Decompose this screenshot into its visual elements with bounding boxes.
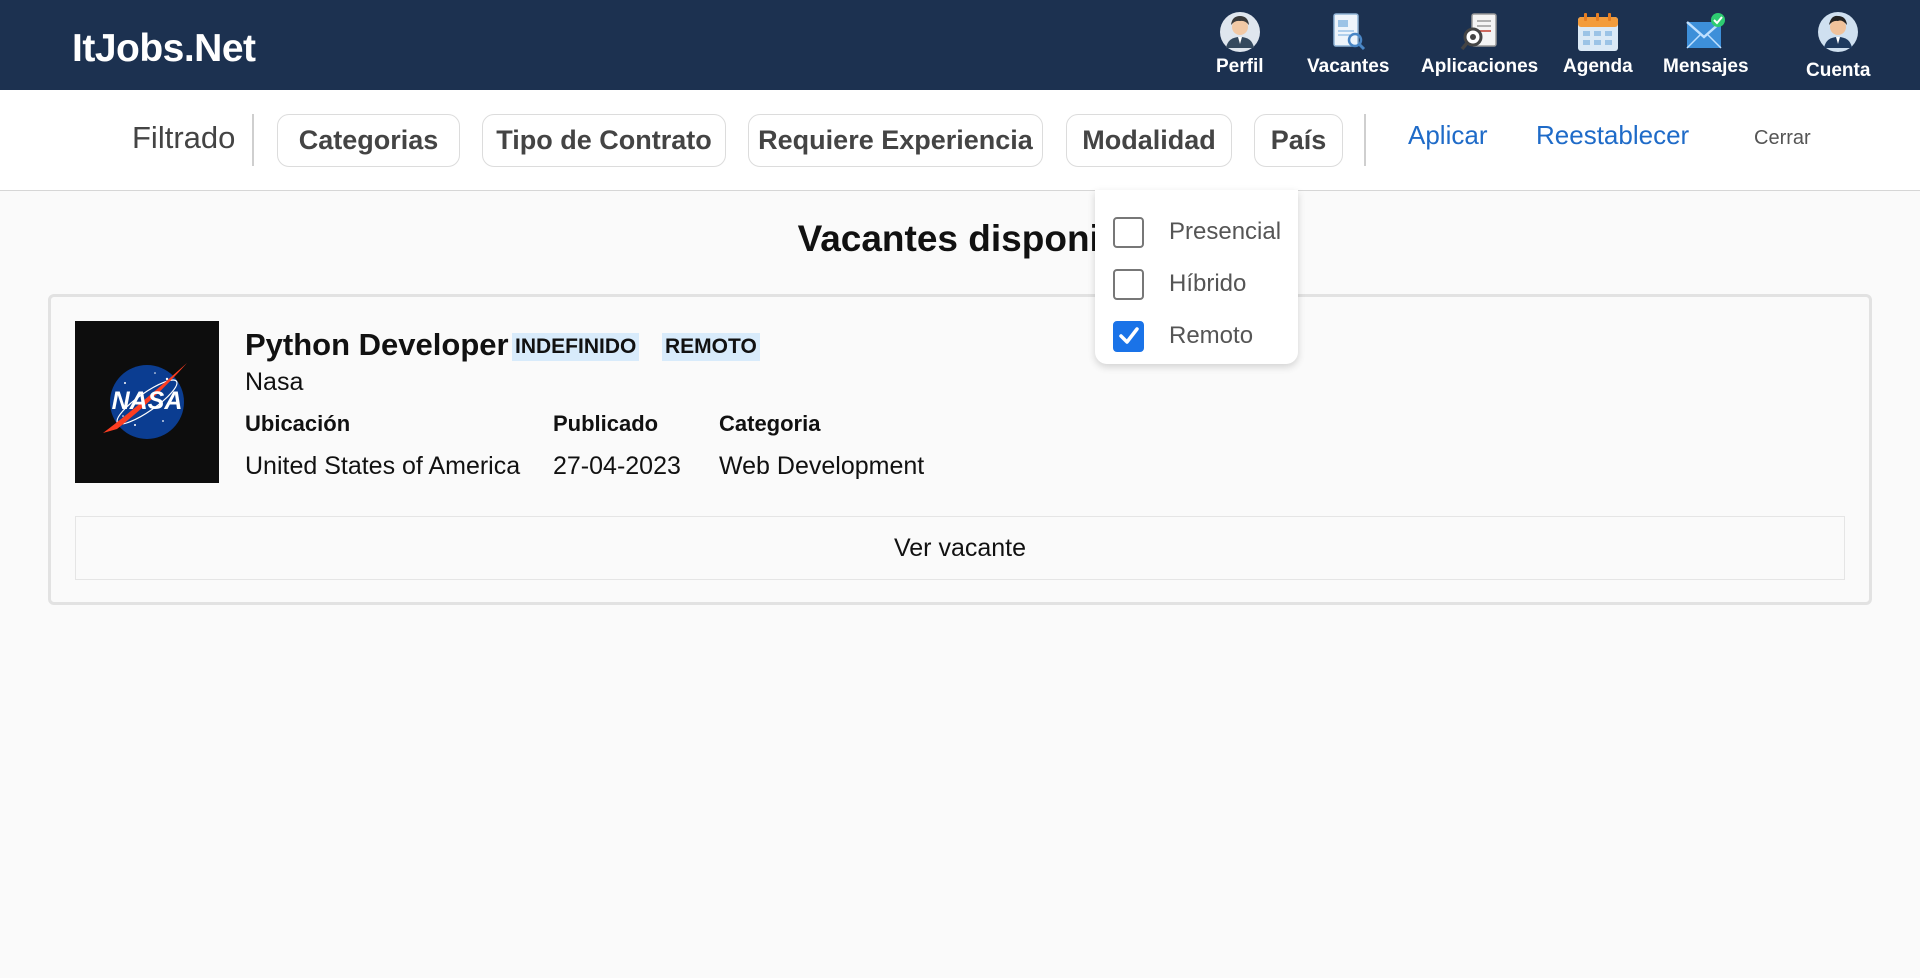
top-navbar: ItJobs.Net Perfil Vacantes Aplicaciones … (0, 0, 1920, 90)
filter-chip-pais[interactable]: País (1254, 114, 1343, 167)
company-name: Nasa (245, 368, 304, 396)
calendar-icon (1577, 13, 1618, 51)
account-avatar-icon (1818, 12, 1859, 52)
mail-check-icon (1685, 13, 1725, 49)
filter-chip-tipo-contrato[interactable]: Tipo de Contrato (482, 114, 726, 167)
nav-label: Aplicaciones (1421, 56, 1539, 77)
close-filters-button[interactable]: Cerrar (1754, 127, 1811, 150)
nav-item-cuenta[interactable]: Cuenta (1806, 10, 1870, 82)
page-title: Vacantes disponib (797, 218, 1123, 259)
modality-tag: REMOTO (662, 333, 760, 361)
job-title: Python Developer (245, 327, 509, 362)
filter-chip-categorias[interactable]: Categorias (277, 114, 460, 167)
nav-item-vacantes[interactable]: Vacantes (1307, 10, 1389, 78)
view-job-button[interactable]: Ver vacante (75, 516, 1845, 580)
nav-label: Mensajes (1663, 56, 1749, 77)
company-logo: NASA (75, 321, 219, 483)
field-value-ubicacion: United States of America (245, 452, 521, 480)
field-value-publicado: 27-04-2023 (553, 452, 681, 480)
nasa-logo-icon: NASA (103, 363, 187, 439)
reset-button[interactable]: Reestablecer (1536, 120, 1689, 151)
field-value-categoria: Web Development (719, 452, 925, 480)
nav-label: Agenda (1563, 56, 1633, 77)
option-remoto[interactable]: Remoto (1113, 320, 1253, 352)
checkbox[interactable] (1113, 268, 1144, 300)
divider (1364, 114, 1366, 166)
nav-item-agenda[interactable]: Agenda (1563, 10, 1633, 78)
contract-tag: INDEFINIDO (512, 333, 640, 361)
option-label: Presencial (1169, 218, 1282, 245)
field-label-ubicacion: Ubicación (245, 411, 351, 436)
checkbox[interactable] (1113, 216, 1144, 248)
brand-logo-text[interactable]: ItJobs.Net (72, 27, 256, 71)
profile-avatar-icon (1219, 12, 1260, 52)
filter-chip-modalidad[interactable]: Modalidad (1066, 114, 1232, 167)
option-label: Remoto (1169, 322, 1254, 349)
nav-item-aplicaciones[interactable]: Aplicaciones (1421, 10, 1538, 78)
document-search-icon (1333, 13, 1366, 51)
option-label: Híbrido (1169, 270, 1247, 297)
logo-text: NASA (112, 387, 183, 415)
apply-button[interactable]: Aplicar (1408, 120, 1487, 151)
nav-label: Cuenta (1806, 60, 1871, 81)
option-hibrido[interactable]: Híbrido (1113, 268, 1246, 300)
field-label-publicado: Publicado (553, 411, 659, 436)
nav-label: Perfil (1216, 56, 1264, 77)
filter-title: Filtrado (132, 120, 236, 155)
nav-label: Vacantes (1307, 56, 1390, 77)
modalidad-dropdown: Presencial Híbrido Remoto (1095, 190, 1298, 364)
nav-item-mensajes[interactable]: Mensajes (1663, 10, 1749, 78)
nav-item-perfil[interactable]: Perfil (1216, 10, 1264, 78)
filter-chip-experiencia[interactable]: Requiere Experiencia (748, 114, 1043, 167)
field-label-categoria: Categoria (719, 411, 821, 436)
divider (252, 114, 254, 166)
job-card: NASA Python Developer INDEFINIDO REMOTO … (48, 294, 1872, 605)
checkmark-icon (1118, 327, 1139, 344)
filter-bar: Filtrado Categorias Tipo de Contrato Req… (0, 90, 1920, 191)
option-presencial[interactable]: Presencial (1113, 216, 1281, 248)
applications-search-icon (1460, 13, 1497, 51)
checkbox-checked[interactable] (1113, 320, 1144, 352)
